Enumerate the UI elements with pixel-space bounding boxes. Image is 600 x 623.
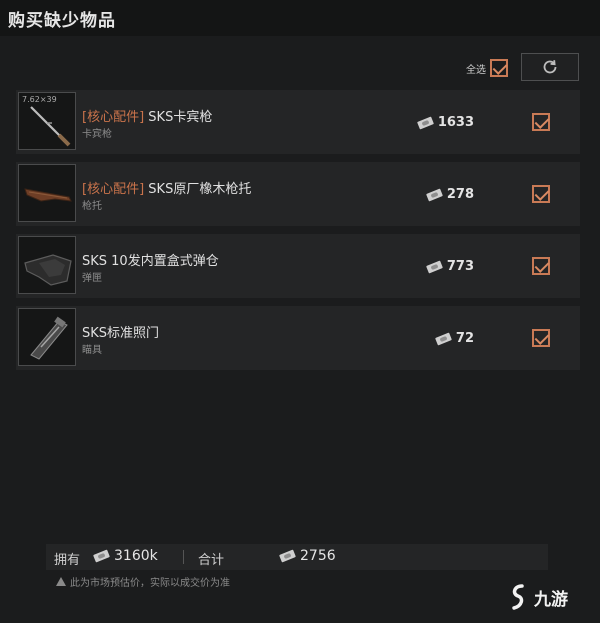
total-label: 合计	[198, 553, 225, 568]
sight-icon	[30, 316, 68, 360]
item-checkbox[interactable]	[532, 113, 550, 131]
watermark-logo-icon	[512, 584, 524, 610]
owned-value: 3160k	[114, 548, 158, 564]
item-thumbnail: 7.62×39	[18, 92, 76, 150]
item-thumbnail	[18, 164, 76, 222]
item-thumbnail	[18, 236, 76, 294]
currency-icon	[434, 331, 452, 346]
item-name: SKS标准照门	[82, 322, 159, 341]
item-price-value: 72	[455, 331, 474, 346]
currency-icon	[416, 115, 434, 130]
rifle-icon	[30, 106, 71, 147]
price-note-text: 此为市场预估价，实际以成交价为准	[70, 578, 230, 589]
item-title: SKS卡宾枪	[148, 110, 213, 125]
list-item[interactable]: SKS 10发内置盒式弹仓 弹匣 773	[16, 234, 580, 298]
item-price-value: 1633	[437, 115, 474, 130]
currency-icon	[279, 549, 296, 563]
item-subtitle: 枪托	[82, 201, 102, 212]
item-list: 7.62×39 [核心配件] SKS卡宾枪 卡宾枪 1633 [核心配件] SK…	[16, 90, 580, 378]
magazine-icon	[24, 254, 72, 286]
owned-label: 拥有	[54, 553, 81, 568]
top-bar: 购买缺少物品	[0, 0, 600, 36]
currency-icon	[425, 259, 443, 274]
list-item[interactable]: 7.62×39 [核心配件] SKS卡宾枪 卡宾枪 1633	[16, 90, 580, 154]
select-all-checkbox[interactable]	[490, 59, 508, 77]
price-note: 此为市场预估价，实际以成交价为准	[56, 574, 230, 589]
item-subtitle: 弹匣	[82, 273, 102, 284]
summary-bar: 拥有 3160k 合计 2756	[46, 544, 548, 570]
item-subtitle: 卡宾枪	[82, 129, 112, 140]
item-price: 278	[425, 187, 474, 202]
item-title: SKS标准照门	[82, 326, 160, 341]
watermark: 九游	[508, 584, 568, 610]
item-price: 773	[425, 259, 474, 274]
item-name: [核心配件] SKS原厂橡木枪托	[82, 178, 251, 197]
total-value: 2756	[300, 548, 336, 564]
item-tag: [核心配件]	[82, 182, 145, 197]
select-all-label: 全选	[466, 64, 486, 76]
item-subtitle: 瞄具	[82, 345, 102, 356]
item-checkbox[interactable]	[532, 257, 550, 275]
item-title: SKS原厂橡木枪托	[148, 182, 252, 197]
item-price: 72	[434, 331, 474, 346]
warning-icon	[56, 577, 66, 586]
refresh-icon	[543, 60, 557, 74]
item-checkbox[interactable]	[532, 329, 550, 347]
select-all-toggle[interactable]: 全选	[466, 58, 508, 78]
item-thumbnail	[18, 308, 76, 366]
item-name: SKS 10发内置盒式弹仓	[82, 250, 219, 269]
item-title: SKS 10发内置盒式弹仓	[82, 254, 219, 269]
item-checkbox[interactable]	[532, 185, 550, 203]
item-price: 1633	[416, 115, 474, 130]
item-name: [核心配件] SKS卡宾枪	[82, 106, 212, 125]
stock-icon	[24, 188, 72, 202]
divider	[183, 550, 184, 564]
item-tag: [核心配件]	[82, 110, 145, 125]
page-title: 购买缺少物品	[8, 11, 116, 31]
item-price-value: 278	[446, 187, 474, 202]
currency-icon	[93, 549, 110, 563]
currency-icon	[425, 187, 443, 202]
list-item[interactable]: SKS标准照门 瞄具 72	[16, 306, 580, 370]
item-price-value: 773	[446, 259, 474, 274]
refresh-button[interactable]	[521, 53, 579, 81]
list-item[interactable]: [核心配件] SKS原厂橡木枪托 枪托 278	[16, 162, 580, 226]
watermark-text: 九游	[534, 589, 568, 610]
